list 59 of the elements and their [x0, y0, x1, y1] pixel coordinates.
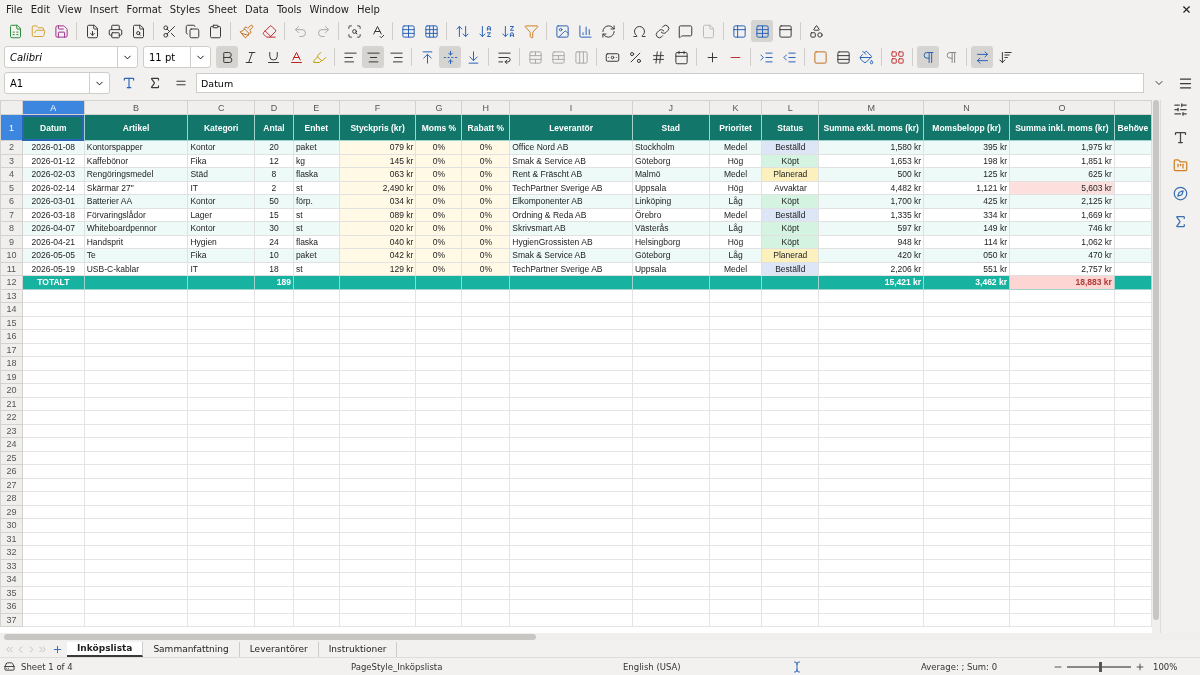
menu-item[interactable]: Window	[307, 3, 355, 15]
menu-item[interactable]: Help	[355, 3, 386, 15]
menu-item[interactable]: Edit	[28, 3, 57, 15]
column-header[interactable]: O	[1009, 100, 1115, 115]
column-header[interactable]: J	[632, 100, 710, 115]
language: English (USA)	[623, 661, 682, 672]
document-icon	[4, 661, 15, 672]
sheet-count: Sheet 1 of 4	[21, 661, 74, 672]
header-cell: Datum	[22, 114, 85, 141]
column-header[interactable]: M	[818, 100, 924, 115]
column-header[interactable]: E	[293, 100, 340, 115]
sheet-tab[interactable]: Sammanfattning	[143, 641, 240, 657]
left-to-right-icon[interactable]	[917, 46, 939, 68]
zoom-level: 100%	[1153, 661, 1179, 672]
column-header[interactable]: I	[509, 100, 633, 115]
selection-mode-icon	[791, 660, 803, 673]
align-center-icon[interactable]	[362, 46, 384, 68]
formula-input[interactable]: Datum	[196, 73, 1144, 93]
properties-icon[interactable]	[1171, 100, 1190, 119]
page-style: PageStyle_Inköpslista	[351, 661, 444, 672]
zoom-in-icon	[1135, 661, 1145, 672]
column-header[interactable]: L	[761, 100, 819, 115]
sheet-tab[interactable]: Instruktioner	[318, 641, 398, 657]
menu-item[interactable]: View	[56, 3, 88, 15]
column-header[interactable]: D	[254, 100, 294, 115]
menu-item[interactable]: Insert	[87, 3, 125, 15]
font-name-field[interactable]: Calibri	[4, 46, 138, 68]
header-cell: Momsbelopp (kr)	[923, 114, 1010, 141]
header-cell: Stad	[632, 114, 710, 141]
add-sheet-icon[interactable]	[52, 643, 63, 655]
column-header[interactable]: N	[923, 100, 1010, 115]
column-header[interactable]: H	[461, 100, 510, 115]
column-header[interactable]: C	[187, 100, 255, 115]
row-header[interactable]: 1	[0, 114, 23, 141]
menu-item[interactable]: Sheet	[206, 3, 244, 15]
header-cell: Leverantör	[509, 114, 633, 141]
header-cell: Artikel	[84, 114, 188, 141]
menu-item[interactable]: Styles	[167, 3, 207, 15]
menu-item[interactable]: Format	[124, 3, 168, 15]
header-cell: Styckpris (kr)	[339, 114, 416, 141]
menu-item[interactable]: Data	[243, 3, 275, 15]
column-header[interactable]: F	[339, 100, 416, 115]
column-header[interactable]: G	[415, 100, 462, 115]
header-cell: Summa exkl. moms (kr)	[818, 114, 924, 141]
menu-item[interactable]: File	[4, 3, 29, 15]
header-cell: Summa inkl. moms (kr)	[1009, 114, 1115, 141]
sheet-tab[interactable]: Leverantörer	[239, 641, 319, 657]
font-size-field[interactable]: 11 pt	[143, 46, 211, 68]
column-header[interactable]: B	[84, 100, 188, 115]
column-header[interactable]: K	[709, 100, 762, 115]
navigator-icon[interactable]	[1171, 184, 1190, 203]
name-box[interactable]: A1	[4, 72, 110, 94]
menu-item[interactable]: Tools	[274, 3, 308, 15]
column-header[interactable]: A	[22, 100, 85, 115]
align-middle-icon[interactable]	[439, 46, 461, 68]
zoom-thumb[interactable]	[1099, 661, 1102, 672]
sheet-tab[interactable]: Inköpslista	[67, 641, 144, 657]
bold-icon[interactable]	[216, 46, 238, 68]
selection-summary: Average: ; Sum: 0	[921, 661, 999, 672]
